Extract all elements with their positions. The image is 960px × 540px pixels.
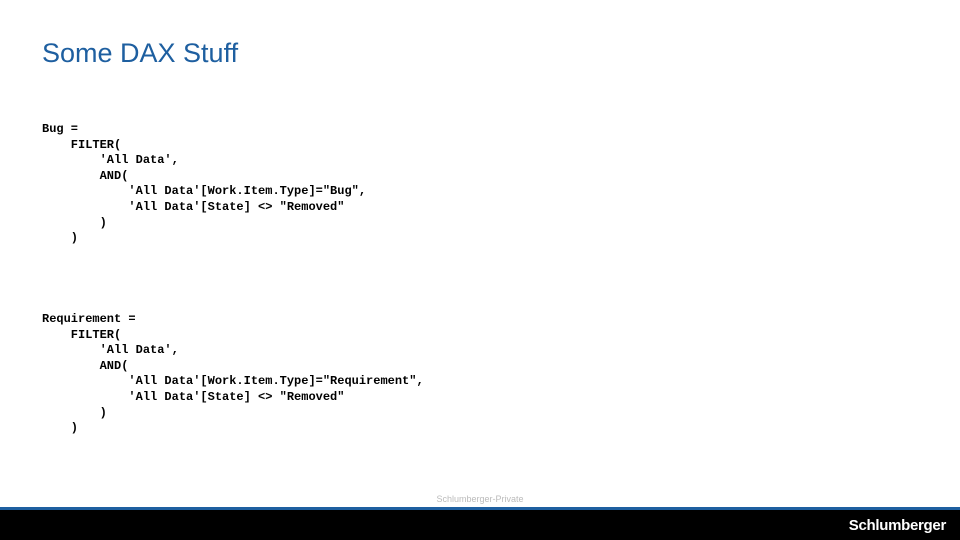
footer-caption: Schlumberger-Private xyxy=(436,494,523,504)
footer-bar: Schlumberger xyxy=(0,510,960,540)
footer-logo: Schlumberger xyxy=(849,517,946,534)
slide: Some DAX Stuff Bug = FILTER( 'All Data',… xyxy=(0,0,960,540)
dax-code-requirement: Requirement = FILTER( 'All Data', AND( '… xyxy=(42,312,424,437)
dax-code-bug: Bug = FILTER( 'All Data', AND( 'All Data… xyxy=(42,122,366,247)
slide-title: Some DAX Stuff xyxy=(42,38,238,69)
